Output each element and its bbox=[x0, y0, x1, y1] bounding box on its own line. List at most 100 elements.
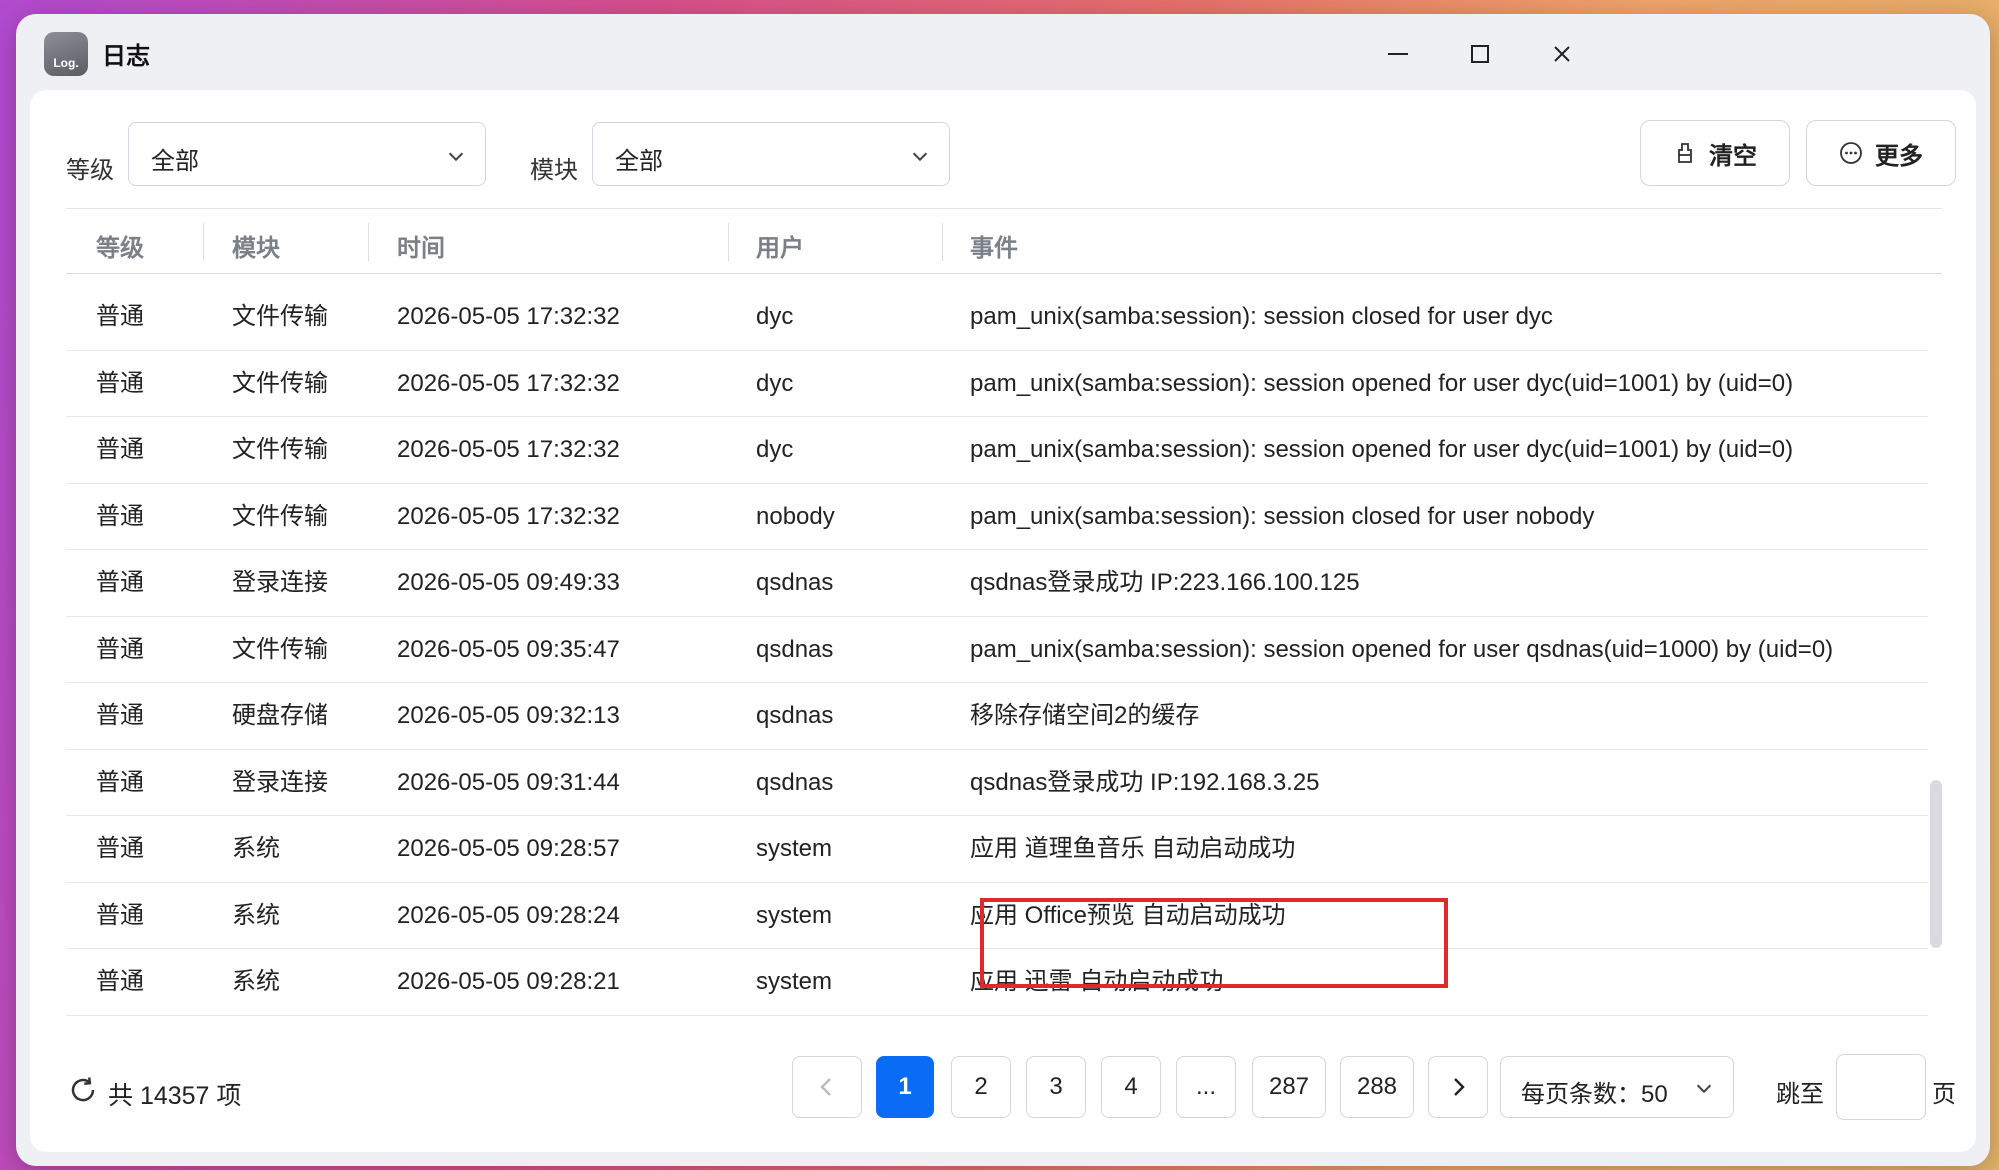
cell-level: 普通 bbox=[96, 635, 144, 663]
cell-user: qsdnas bbox=[756, 702, 834, 729]
table-body: 普通 文件传输 2026-05-05 17:32:32 dyc pam_unix(sam… bbox=[66, 284, 1928, 1016]
column-header-user[interactable]: 用户 bbox=[756, 228, 804, 263]
table-row[interactable]: 普通 系统 2026-05-05 09:28:24 system 应用 Office预览… bbox=[66, 883, 1928, 949]
column-divider bbox=[203, 223, 204, 261]
cell-user: dyc bbox=[756, 303, 794, 330]
level-filter-label: 等级 bbox=[66, 157, 114, 184]
cell-module: 文件传输 bbox=[232, 436, 328, 463]
next-page-button[interactable] bbox=[1428, 1056, 1488, 1118]
more-circle-icon bbox=[1840, 142, 1862, 164]
column-divider bbox=[728, 223, 729, 261]
level-select-value: 全部 bbox=[151, 148, 199, 175]
total-count: 共 14357 项 bbox=[108, 1082, 242, 1110]
app-icon-text: Log. bbox=[53, 56, 79, 70]
cell-module: 系统 bbox=[232, 968, 280, 995]
table-row[interactable]: 普通 登录连接 2026-05-05 09:31:44 qsdnas qsdnas登录成… bbox=[66, 750, 1928, 816]
column-header-event[interactable]: 事件 bbox=[970, 228, 1018, 263]
table-row[interactable]: 普通 文件传输 2026-05-05 17:32:32 dyc pam_unix(sam… bbox=[66, 417, 1928, 484]
cell-module: 文件传输 bbox=[232, 635, 328, 663]
cell-level: 普通 bbox=[96, 901, 144, 929]
cell-module: 系统 bbox=[232, 835, 280, 862]
table-row[interactable]: 普通 文件传输 2026-05-05 17:32:32 dyc pam_unix(sam… bbox=[66, 284, 1928, 351]
cell-user: system bbox=[756, 968, 833, 995]
cell-event: pam_unix(samba:session): session opened … bbox=[970, 436, 1794, 463]
more-button[interactable]: 更多 bbox=[1806, 120, 1956, 186]
maximize-button[interactable] bbox=[1458, 32, 1502, 76]
clear-button[interactable]: 清空 bbox=[1640, 120, 1790, 186]
cell-user: system bbox=[756, 835, 833, 862]
table-row[interactable]: 普通 硬盘存储 2026-05-05 09:32:13 qsdnas 移除存储空间2的缓… bbox=[66, 683, 1928, 750]
cell-user: qsdnas bbox=[756, 768, 834, 796]
cell-time: 2026-05-05 09:49:33 bbox=[397, 569, 620, 596]
close-button[interactable] bbox=[1540, 32, 1584, 76]
table-row[interactable]: 普通 文件传输 2026-05-05 09:35:47 qsdnas pam_unix(… bbox=[66, 617, 1928, 683]
table-row[interactable]: 普通 登录连接 2026-05-05 09:49:33 qsdnas qsdnas登录成… bbox=[66, 550, 1928, 617]
column-header-module[interactable]: 模块 bbox=[232, 228, 280, 263]
column-divider bbox=[942, 223, 943, 261]
broom-icon bbox=[1678, 143, 1692, 163]
cell-time: 2026-05-05 09:32:13 bbox=[397, 702, 620, 729]
cell-time: 2026-05-05 09:35:47 bbox=[397, 635, 620, 663]
cell-level: 普通 bbox=[96, 835, 144, 862]
page-button-287[interactable]: 287 bbox=[1252, 1056, 1326, 1118]
page-ellipsis[interactable]: ... bbox=[1176, 1056, 1236, 1118]
table-header: 等级 模块 时间 用户 事件 bbox=[66, 208, 1942, 274]
cell-module: 系统 bbox=[232, 901, 280, 929]
window-title: 日志 bbox=[102, 43, 150, 70]
table-row[interactable]: 普通 系统 2026-05-05 09:28:57 system 应用 道理鱼音乐 自动… bbox=[66, 816, 1928, 883]
cell-user: dyc bbox=[756, 369, 794, 397]
per-page-select[interactable]: 每页条数：50 bbox=[1500, 1056, 1734, 1118]
page-button-1[interactable]: 1 bbox=[876, 1056, 934, 1118]
refresh-icon[interactable] bbox=[68, 1075, 98, 1105]
cell-time: 2026-05-05 09:28:57 bbox=[397, 835, 620, 862]
jump-suffix: 页 bbox=[1932, 1081, 1956, 1108]
cell-level: 普通 bbox=[96, 303, 144, 330]
page-button-288[interactable]: 288 bbox=[1340, 1056, 1414, 1118]
cell-event: pam_unix(samba:session): session closed … bbox=[970, 303, 1553, 330]
title-bar: Log. 日志 bbox=[16, 14, 1990, 90]
cell-event: 移除存储空间2的缓存 bbox=[970, 702, 1200, 729]
table-row[interactable]: 普通 文件传输 2026-05-05 17:32:32 dyc pam_unix(sam… bbox=[66, 351, 1928, 417]
table-scrollbar[interactable] bbox=[1930, 780, 1942, 948]
cell-user: dyc bbox=[756, 436, 794, 463]
cell-time: 2026-05-05 09:28:21 bbox=[397, 968, 620, 995]
cell-event: pam_unix(samba:session): session opened … bbox=[970, 369, 1794, 397]
cell-time: 2026-05-05 17:32:32 bbox=[397, 369, 620, 397]
page-button-4[interactable]: 4 bbox=[1101, 1056, 1161, 1118]
clear-label: 清空 bbox=[1709, 142, 1757, 170]
cell-event: qsdnas登录成功 IP:223.166.100.125 bbox=[970, 569, 1360, 596]
chevron-left-icon bbox=[820, 1078, 831, 1096]
chevron-down-icon bbox=[448, 152, 464, 162]
cell-event: 应用 迅雷 自动启动成功 bbox=[970, 968, 1224, 995]
cell-time: 2026-05-05 09:31:44 bbox=[397, 768, 620, 796]
column-header-level[interactable]: 等级 bbox=[96, 228, 144, 263]
cell-user: system bbox=[756, 901, 833, 929]
cell-level: 普通 bbox=[96, 702, 144, 729]
log-table: 等级 模块 时间 用户 事件 普通 文件传输 2026-05-05 17:32:32… bbox=[66, 208, 1942, 1018]
module-filter-label: 模块 bbox=[530, 157, 578, 184]
minimize-button[interactable] bbox=[1376, 32, 1420, 76]
jump-page-input[interactable] bbox=[1836, 1054, 1926, 1120]
cell-event: pam_unix(samba:session): session opened … bbox=[970, 635, 1834, 663]
level-select[interactable]: 全部 bbox=[128, 122, 486, 186]
cell-user: qsdnas bbox=[756, 569, 834, 596]
cell-level: 普通 bbox=[96, 968, 144, 995]
log-app-icon: Log. bbox=[44, 32, 88, 76]
cell-event: 应用 Office预览 自动启动成功 bbox=[970, 901, 1286, 929]
maximize-icon bbox=[1471, 45, 1489, 63]
cell-event: 应用 道理鱼音乐 自动启动成功 bbox=[970, 835, 1296, 862]
cell-time: 2026-05-05 17:32:32 bbox=[397, 436, 620, 463]
page-button-3[interactable]: 3 bbox=[1026, 1056, 1086, 1118]
page-button-2[interactable]: 2 bbox=[951, 1056, 1011, 1118]
column-header-time[interactable]: 时间 bbox=[397, 228, 445, 263]
table-row[interactable]: 普通 文件传输 2026-05-05 17:32:32 nobody pam_unix(… bbox=[66, 484, 1928, 550]
cell-level: 普通 bbox=[96, 569, 144, 596]
column-divider bbox=[368, 223, 369, 261]
per-page-value: 每页条数：50 bbox=[1521, 1081, 1668, 1108]
cell-user: nobody bbox=[756, 502, 835, 530]
table-row[interactable]: 普通 系统 2026-05-05 09:28:21 system 应用 迅雷 自动启动成… bbox=[66, 949, 1928, 1016]
module-select[interactable]: 全部 bbox=[592, 122, 950, 186]
jump-label: 跳至 bbox=[1776, 1081, 1824, 1108]
prev-page-button[interactable] bbox=[792, 1056, 862, 1118]
cell-user: qsdnas bbox=[756, 635, 834, 663]
